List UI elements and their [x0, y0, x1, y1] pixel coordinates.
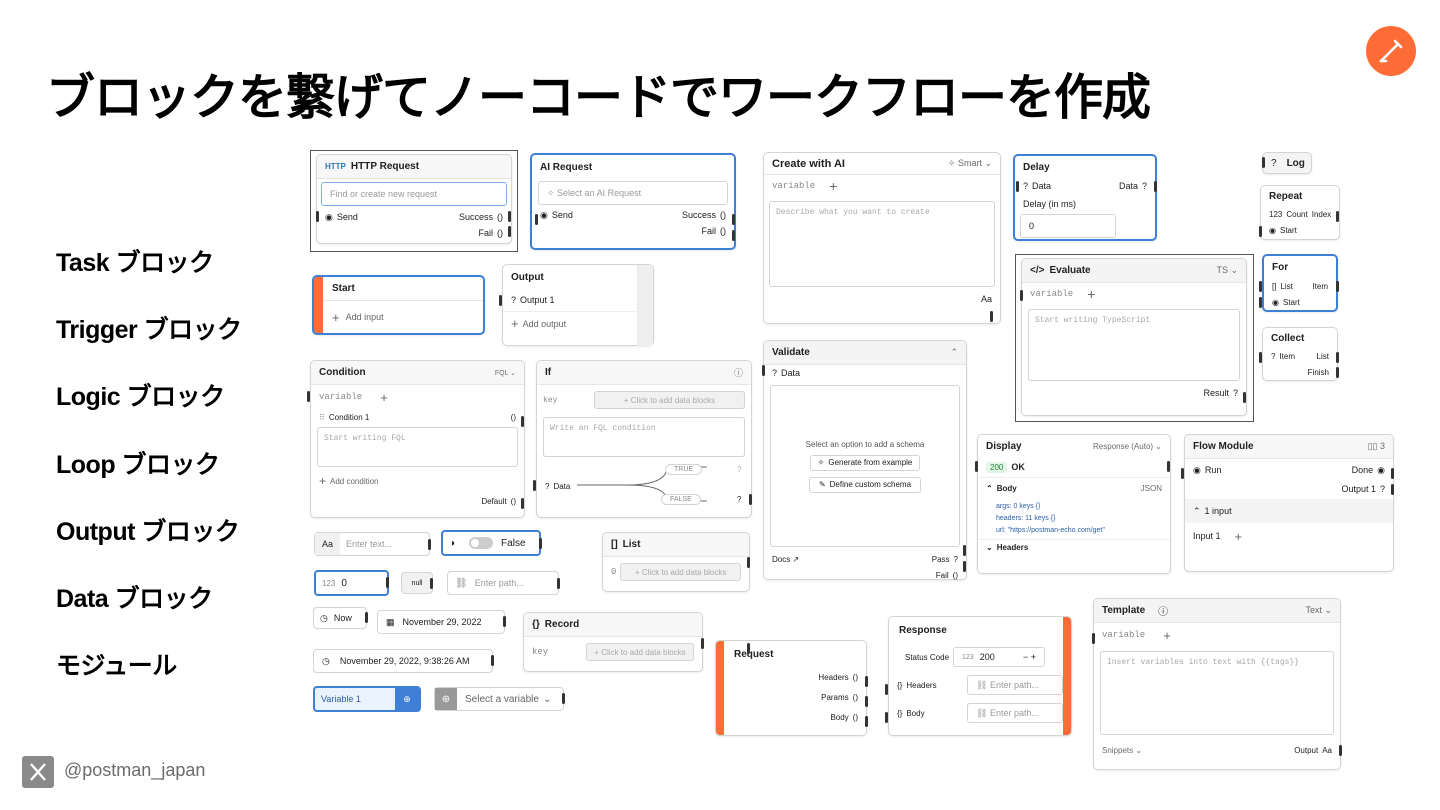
select-variable-block[interactable]: ⊕ Select a variable ⌄ — [434, 687, 564, 711]
category-output: Output ブロック — [56, 518, 240, 546]
lang-dropdown[interactable]: FQL ⌄ — [495, 369, 516, 377]
template-textarea[interactable]: Insert variables into text with {{tags}} — [1100, 651, 1334, 735]
flow-module-block[interactable]: Flow Module ▯▯ 3 ◉ Run Done ◉ Output 1? ⌃ 1 i… — [1184, 434, 1394, 572]
module-count: ▯▯ 3 — [1367, 441, 1385, 451]
now-data-block[interactable]: ◷ Now — [313, 607, 367, 629]
category-data: Data ブロック — [56, 585, 213, 613]
display-mode-dropdown[interactable]: Response (Auto) ⌄ — [1093, 442, 1162, 451]
success-port[interactable]: Success — [459, 212, 493, 222]
category-loop: Loop ブロック — [56, 451, 220, 479]
twitter-handle: @postman_japan — [64, 760, 206, 780]
http-request-block[interactable]: HTTP HTTP Request Find or create new requ… — [316, 154, 512, 244]
fql-textarea[interactable]: Start writing FQL — [317, 427, 518, 467]
define-schema-button[interactable]: ✎ Define custom schema — [809, 476, 921, 493]
for-block[interactable]: For [] List Item ◉ Start — [1262, 254, 1338, 312]
ai-request-block[interactable]: AI Request ✧ Select an AI Request ◉ Send S… — [530, 153, 736, 250]
display-block[interactable]: Display Response (Auto) ⌄ 200 OK ⌃ Body JSON… — [977, 434, 1171, 574]
log-block[interactable]: ? Log — [1262, 152, 1312, 174]
language-dropdown[interactable]: TS ⌄ — [1216, 265, 1238, 276]
http-icon: HTTP — [325, 162, 346, 171]
add-input-button[interactable]: + Add input — [314, 301, 483, 333]
response-module-block[interactable]: Response Status Code 123 200− + {} Headers ⛓… — [888, 616, 1072, 736]
template-block[interactable]: Template ⓘ Text ⌄ variable + Insert variabl… — [1093, 598, 1341, 770]
send-icon: ◉ — [325, 211, 333, 222]
category-trigger: Trigger ブロック — [56, 316, 242, 344]
mode-dropdown[interactable]: ✧ Smart ⌄ — [948, 158, 992, 169]
create-with-ai-block[interactable]: Create with AI ✧ Smart ⌄ variable + Descri… — [763, 152, 1001, 324]
start-block[interactable]: Start + Add input — [312, 275, 485, 335]
output-block[interactable]: Output ? Output 1 + Add output — [502, 264, 654, 347]
add-condition-button[interactable]: + Add condition — [311, 469, 524, 493]
date-data-block[interactable]: ▦ November 29, 2022 — [377, 610, 505, 634]
request-module-block[interactable]: Request Headers() Params() Body() — [715, 640, 867, 736]
if-block[interactable]: If ⓘ key + Click to add data blocks Write … — [536, 360, 752, 518]
postman-logo — [1366, 26, 1416, 76]
request-search-input[interactable]: Find or create new request — [321, 182, 507, 206]
generate-schema-button[interactable]: ✧ Generate from example — [810, 454, 920, 471]
code-icon: </> — [1030, 265, 1045, 276]
number-data-block[interactable]: 123 0 — [314, 570, 389, 596]
collect-block[interactable]: Collect ? Item List Finish — [1262, 327, 1338, 381]
category-task: Task ブロック — [56, 249, 214, 277]
condition-block[interactable]: Condition FQL ⌄ variable + ⠿ Condition 1() … — [310, 360, 525, 518]
help-icon[interactable]: ⓘ — [734, 366, 743, 379]
add-variable-icon[interactable]: + — [829, 178, 837, 194]
send-port[interactable]: Send — [337, 212, 358, 222]
boolean-data-block[interactable]: ◑ False — [441, 530, 541, 556]
send-icon: ◉ — [540, 209, 548, 220]
variable-field[interactable]: variable — [772, 181, 815, 191]
block-title: AI Request — [532, 155, 734, 179]
code-textarea[interactable]: Start writing TypeScript — [1028, 309, 1240, 381]
validate-block[interactable]: Validate ⌃ ? Data Select an option to add … — [763, 340, 967, 580]
prompt-textarea[interactable]: Describe what you want to create — [769, 201, 995, 287]
boolean-toggle[interactable] — [469, 537, 494, 549]
sparkle-icon: ✧ — [547, 187, 558, 198]
datetime-data-block[interactable]: ◷ November 29, 2022, 9:38:26 AM — [313, 649, 493, 673]
docs-link[interactable]: Docs ↗ — [772, 555, 799, 564]
delay-block[interactable]: Delay ? Data Data? Delay (in ms) 0 — [1013, 154, 1157, 241]
add-output-button[interactable]: + Add output — [503, 311, 653, 335]
variable-icon: ⊕ — [395, 688, 419, 710]
record-data-block[interactable]: {} Record key + Click to add data blocks — [523, 612, 703, 672]
x-logo-icon — [22, 756, 54, 788]
variable-data-block[interactable]: Variable 1 ⊕ — [313, 686, 421, 712]
fql-textarea[interactable]: Write an FQL condition — [543, 417, 745, 457]
path-data-block[interactable]: ⛓ Enter path... — [447, 571, 559, 595]
category-module: モジュール — [56, 652, 177, 680]
collapse-icon[interactable]: ⌃ — [950, 347, 958, 358]
text-data-block[interactable]: Aa Enter text... — [314, 532, 430, 556]
repeat-block[interactable]: Repeat 123 Count Index ◉ Start — [1260, 185, 1340, 240]
evaluate-block[interactable]: </> Evaluate TS ⌄ variable + Start writing … — [1021, 258, 1247, 416]
add-data-button[interactable]: + Click to add data blocks — [594, 391, 745, 409]
list-data-block[interactable]: [] List 0 + Click to add data blocks — [602, 532, 750, 592]
template-mode-dropdown[interactable]: Text ⌄ — [1305, 605, 1332, 616]
block-title: HTTP Request — [350, 161, 420, 172]
category-logic: Logic ブロック — [56, 383, 225, 411]
delay-input[interactable]: 0 — [1020, 214, 1116, 238]
null-data-block[interactable]: null — [401, 572, 433, 594]
page-title: ブロックを繋げてノーコードでワークフローを作成 — [46, 71, 1151, 125]
toggle-icon: ◑ — [449, 537, 456, 549]
ai-request-select[interactable]: ✧ Select an AI Request — [538, 181, 728, 205]
fail-port[interactable]: Fail — [478, 228, 493, 238]
snippets-dropdown[interactable]: Snippets ⌄ — [1102, 746, 1142, 755]
